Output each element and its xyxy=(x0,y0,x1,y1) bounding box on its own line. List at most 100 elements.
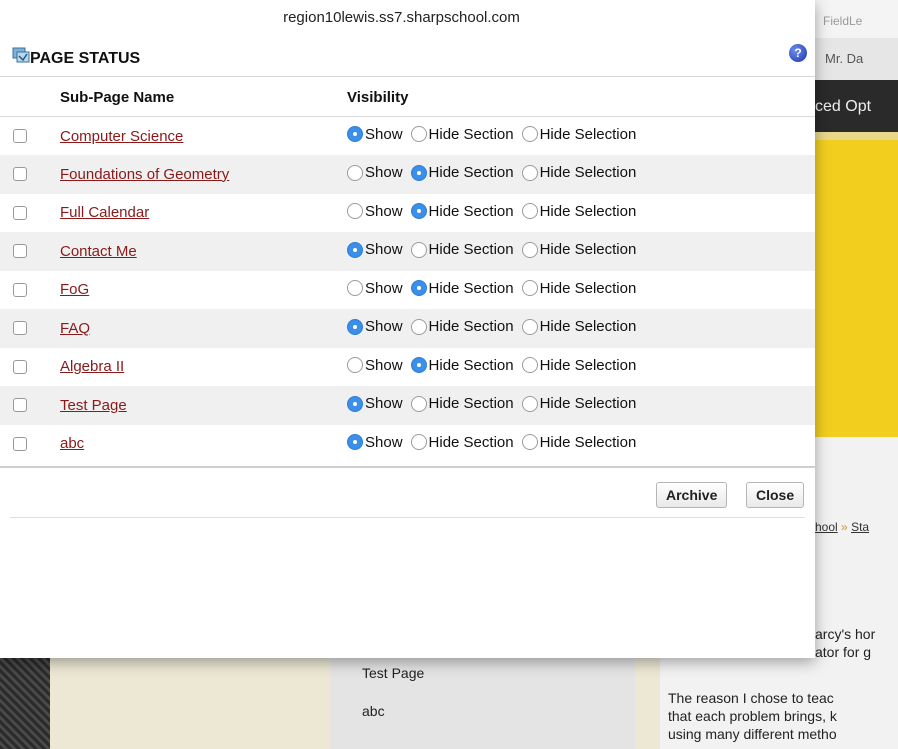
visibility-option[interactable]: Show xyxy=(347,395,403,412)
radio-button[interactable] xyxy=(410,357,427,373)
name-cell: Full Calendar xyxy=(60,194,347,233)
subpage-link[interactable]: abc xyxy=(60,435,84,452)
radio-button[interactable] xyxy=(410,280,427,296)
row-checkbox[interactable] xyxy=(13,167,27,182)
subpage-link[interactable]: Test Page xyxy=(60,397,127,414)
radio-button[interactable] xyxy=(521,434,538,450)
visibility-option[interactable]: Hide Section xyxy=(410,434,514,451)
visibility-option[interactable]: Hide Selection xyxy=(521,164,636,181)
row-checkbox[interactable] xyxy=(13,205,27,220)
radio-button[interactable] xyxy=(347,126,363,143)
visibility-option[interactable]: Show xyxy=(347,203,403,220)
breadcrumb-link[interactable]: Sta xyxy=(851,520,869,534)
visibility-option[interactable]: Show xyxy=(347,241,403,258)
radio-button[interactable] xyxy=(347,318,363,335)
row-checkbox[interactable] xyxy=(13,321,27,336)
visibility-option[interactable]: Hide Selection xyxy=(521,126,636,143)
archive-button[interactable]: Archive xyxy=(656,482,728,508)
radio-button[interactable] xyxy=(347,164,363,181)
visibility-option[interactable]: Hide Selection xyxy=(521,280,636,297)
subpage-link[interactable]: Full Calendar xyxy=(60,204,149,221)
visibility-option[interactable]: Show xyxy=(347,318,403,335)
radio-button[interactable] xyxy=(521,318,538,335)
visibility-option[interactable]: Show xyxy=(347,126,403,143)
radio-button[interactable] xyxy=(521,280,538,296)
row-checkbox[interactable] xyxy=(13,398,27,413)
visibility-option[interactable]: Hide Selection xyxy=(521,318,636,335)
submenu-item[interactable]: Test Page xyxy=(362,665,424,681)
visibility-option[interactable]: Hide Section xyxy=(410,203,514,220)
table-row: Full Calendar Show Hide Section Hide Select… xyxy=(0,194,815,233)
visibility-option[interactable]: Hide Selection xyxy=(521,395,636,412)
select-cell xyxy=(0,271,60,310)
option-label: Show xyxy=(365,433,403,451)
radio-button[interactable] xyxy=(347,434,363,450)
close-button[interactable]: Close xyxy=(746,482,805,508)
radio-button[interactable] xyxy=(521,164,538,181)
visibility-option[interactable]: Hide Section xyxy=(410,280,514,297)
help-icon[interactable]: ? xyxy=(789,44,807,62)
body-paragraph: The reason I chose to teac that each pro… xyxy=(668,689,898,743)
radio-button[interactable] xyxy=(410,203,427,219)
visibility-option[interactable]: Hide Section xyxy=(410,318,514,335)
page-status-dialog: region10lewis.ss7.sharpschool.com PAGE S… xyxy=(0,0,815,658)
radio-button[interactable] xyxy=(347,203,363,219)
visibility-option[interactable]: Hide Selection xyxy=(521,241,636,258)
submenu-item[interactable]: abc xyxy=(362,703,385,719)
subpage-link[interactable]: Contact Me xyxy=(60,243,137,260)
subpage-link[interactable]: FoG xyxy=(60,281,89,298)
subpage-link[interactable]: Algebra II xyxy=(60,358,124,375)
radio-button[interactable] xyxy=(410,318,427,335)
row-checkbox[interactable] xyxy=(13,436,27,451)
breadcrumb-link[interactable]: hool xyxy=(815,520,838,534)
radio-button[interactable] xyxy=(410,126,427,143)
name-cell: abc xyxy=(60,425,347,464)
radio-button[interactable] xyxy=(347,280,363,296)
radio-button[interactable] xyxy=(410,241,427,258)
nav-item[interactable]: ced Opt xyxy=(815,98,871,116)
visibility-cell: Show Hide Section Hide Selection xyxy=(347,194,815,233)
visibility-option[interactable]: Hide Section xyxy=(410,395,514,412)
option-label: Show xyxy=(365,318,403,335)
visibility-option[interactable]: Show xyxy=(347,164,403,181)
radio-button[interactable] xyxy=(347,241,363,258)
select-cell xyxy=(0,232,60,271)
select-cell xyxy=(0,386,60,425)
radio-button[interactable] xyxy=(347,395,363,412)
visibility-option[interactable]: Hide Section xyxy=(410,357,514,374)
radio-button[interactable] xyxy=(410,434,427,450)
visibility-option[interactable]: Hide Section xyxy=(410,164,514,181)
visibility-option[interactable]: Hide Selection xyxy=(521,203,636,220)
radio-button[interactable] xyxy=(410,164,427,181)
radio-button[interactable] xyxy=(410,395,427,412)
radio-button[interactable] xyxy=(521,126,538,143)
row-checkbox[interactable] xyxy=(13,129,27,143)
visibility-option[interactable]: Show xyxy=(347,434,403,451)
option-label: Show xyxy=(365,279,403,297)
user-name: Mr. Da xyxy=(815,38,898,80)
table-row: Contact Me Show Hide Section Hide Selection xyxy=(0,232,815,271)
visibility-option[interactable]: Hide Selection xyxy=(521,357,636,374)
table-row: Computer Science Show Hide Section Hide Sel… xyxy=(0,117,815,156)
name-cell: Algebra II xyxy=(60,348,347,387)
select-cell xyxy=(0,194,60,233)
dialog-header: PAGE STATUS ? xyxy=(0,42,815,77)
visibility-option[interactable]: Hide Section xyxy=(410,126,514,143)
subpage-link[interactable]: Computer Science xyxy=(60,128,183,145)
radio-button[interactable] xyxy=(521,203,538,219)
row-checkbox[interactable] xyxy=(13,244,27,259)
radio-button[interactable] xyxy=(521,395,538,412)
subpage-link[interactable]: Foundations of Geometry xyxy=(60,166,229,183)
visibility-option[interactable]: Hide Selection xyxy=(521,434,636,451)
visibility-option[interactable]: Hide Section xyxy=(410,241,514,258)
visibility-option[interactable]: Show xyxy=(347,357,403,374)
row-checkbox[interactable] xyxy=(13,282,27,297)
row-checkbox[interactable] xyxy=(13,359,27,374)
radio-button[interactable] xyxy=(521,241,538,258)
radio-button[interactable] xyxy=(347,357,363,373)
breadcrumb: hool » Sta xyxy=(815,520,869,534)
radio-button[interactable] xyxy=(521,357,538,373)
subpage-link[interactable]: FAQ xyxy=(60,320,90,337)
name-cell: Computer Science xyxy=(60,117,347,156)
visibility-option[interactable]: Show xyxy=(347,280,403,297)
